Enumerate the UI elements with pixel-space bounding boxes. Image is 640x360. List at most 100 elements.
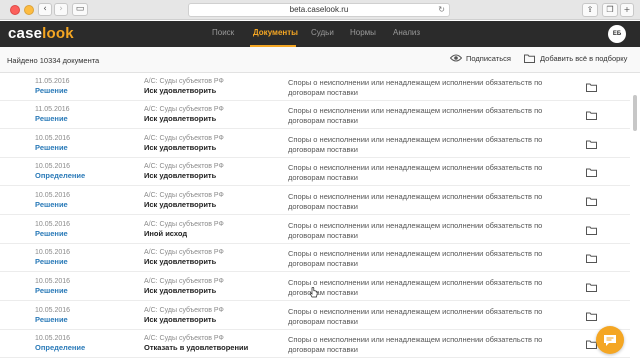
document-type-link[interactable]: Решение (35, 86, 68, 95)
chat-icon (604, 335, 616, 346)
folder-icon[interactable] (586, 312, 597, 321)
close-window-button[interactable] (10, 5, 20, 15)
document-topic: Споры о неисполнении или ненадлежащем ис… (288, 106, 543, 125)
add-all-button[interactable]: Добавить всё в подборку (524, 54, 627, 64)
sidebar-icon: ▭ (75, 4, 85, 14)
new-tab-button[interactable]: + (620, 3, 634, 17)
add-all-label: Добавить всё в подборку (540, 54, 628, 63)
browser-toolbar: ‹ › ▭ beta.caselook.ru ↻ ⇪ ❐ + (0, 0, 640, 20)
share-button[interactable]: ⇪ (582, 3, 598, 17)
list-scrollbar[interactable] (632, 73, 638, 360)
document-row[interactable]: 10.05.2016 Решение А/С: Суды субъектов Р… (0, 302, 630, 330)
document-court: А/С: Суды субъектов РФ (144, 307, 224, 314)
document-court: А/С: Суды субъектов РФ (144, 249, 224, 256)
scrollbar-thumb[interactable] (633, 95, 637, 131)
caselook-logo[interactable]: caselook (8, 25, 74, 42)
document-court: А/С: Суды субъектов РФ (144, 135, 224, 142)
document-row[interactable]: 10.05.2016 Определение А/С: Суды субъект… (0, 158, 630, 186)
document-type-link[interactable]: Определение (35, 171, 85, 180)
document-row[interactable]: 10.05.2016 Решение А/С: Суды субъектов Р… (0, 130, 630, 158)
folder-icon[interactable] (586, 254, 597, 263)
document-list: 11.05.2016 Решение А/С: Суды субъектов Р… (0, 73, 630, 360)
document-date: 10.05.2016 (35, 249, 71, 256)
folder-icon[interactable] (586, 197, 597, 206)
folder-icon[interactable] (586, 226, 597, 235)
document-row[interactable]: 11.05.2016 Решение А/С: Суды субъектов Р… (0, 73, 630, 101)
nav-item-judges[interactable]: Судьи (311, 28, 334, 37)
folder-icon (524, 54, 535, 63)
sidebar-button[interactable]: ▭ (72, 3, 88, 16)
document-topic: Споры о неисполнении или ненадлежащем ис… (288, 163, 543, 182)
document-result: Иск удовлетворить (144, 86, 217, 95)
document-type-link[interactable]: Решение (35, 114, 68, 123)
document-row[interactable]: 11.05.2016 Решение А/С: Суды субъектов Р… (0, 101, 630, 129)
folder-icon[interactable] (586, 111, 597, 120)
share-icon: ⇪ (586, 5, 594, 14)
document-court: А/С: Суды субъектов РФ (144, 192, 224, 199)
document-type-link[interactable]: Решение (35, 257, 68, 266)
address-bar[interactable]: beta.caselook.ru ↻ (188, 3, 450, 17)
logo-accent: look (42, 25, 74, 42)
document-row[interactable]: 10.05.2016 Решение А/С: Суды субъектов Р… (0, 216, 630, 244)
document-result: Иск удовлетворить (144, 286, 217, 295)
document-date: 10.05.2016 (35, 135, 71, 142)
document-date: 10.05.2016 (35, 221, 71, 228)
folder-icon[interactable] (586, 140, 597, 149)
document-result: Иск удовлетворить (144, 143, 217, 152)
results-toolbar: Найдено 10334 документа Подписаться Доба… (0, 47, 640, 73)
forward-button[interactable]: › (54, 3, 68, 16)
eye-icon (450, 54, 462, 62)
back-icon: ‹ (43, 4, 47, 14)
document-result: Иск удовлетворить (144, 257, 217, 266)
document-topic: Споры о неисполнении или ненадлежащем ис… (288, 192, 543, 211)
document-date: 11.05.2016 (35, 106, 70, 113)
document-type-link[interactable]: Решение (35, 229, 68, 238)
logo-main: case (8, 25, 43, 42)
document-court: А/С: Суды субъектов РФ (144, 163, 224, 170)
document-date: 11.05.2016 (35, 78, 70, 85)
plus-icon: + (623, 5, 631, 14)
document-court: А/С: Суды субъектов РФ (144, 106, 224, 113)
document-result: Иск удовлетворить (144, 315, 217, 324)
url-text: beta.caselook.ru (289, 5, 349, 14)
document-result: Иск удовлетворить (144, 171, 217, 180)
user-avatar[interactable]: ЕБ (608, 25, 626, 43)
document-date: 10.05.2016 (35, 307, 71, 314)
document-result: Иной исход (144, 229, 188, 238)
document-topic: Споры о неисполнении или ненадлежащем ис… (288, 249, 543, 268)
chat-button[interactable] (596, 326, 624, 354)
document-row[interactable]: 10.05.2016 Решение А/С: Суды субъектов Р… (0, 187, 630, 215)
document-topic: Споры о неисполнении или ненадлежащем ис… (288, 307, 543, 326)
document-result: Иск удовлетворить (144, 114, 217, 123)
document-type-link[interactable]: Решение (35, 315, 68, 324)
document-court: А/С: Суды субъектов РФ (144, 335, 224, 342)
document-type-link[interactable]: Решение (35, 286, 68, 295)
document-court: А/С: Суды субъектов РФ (144, 78, 224, 85)
document-date: 10.05.2016 (35, 192, 71, 199)
forward-icon: › (59, 4, 63, 14)
nav-item-norms[interactable]: Нормы (350, 28, 376, 37)
nav-item-analysis[interactable]: Анализ (393, 28, 420, 37)
folder-icon[interactable] (586, 283, 597, 292)
subscribe-button[interactable]: Подписаться (450, 54, 511, 64)
document-topic: Споры о неисполнении или ненадлежащем ис… (288, 221, 543, 240)
nav-item-documents[interactable]: Документы (253, 28, 298, 37)
back-button[interactable]: ‹ (38, 3, 52, 16)
document-topic: Споры о неисполнении или ненадлежащем ис… (288, 135, 543, 154)
reload-icon[interactable]: ↻ (438, 4, 445, 16)
nav-item-search[interactable]: Поиск (212, 28, 234, 37)
document-type-link[interactable]: Определение (35, 343, 85, 352)
folder-icon[interactable] (586, 168, 597, 177)
document-row[interactable]: 10.05.2016 Определение А/С: Суды субъект… (0, 330, 630, 358)
document-row[interactable]: 10.05.2016 Решение А/С: Суды субъектов Р… (0, 244, 630, 272)
document-type-link[interactable]: Решение (35, 143, 68, 152)
document-court: А/С: Суды субъектов РФ (144, 221, 224, 228)
document-topic: Споры о неисполнении или ненадлежащем ис… (288, 278, 543, 297)
document-result: Отказать в удовлетворении (144, 343, 249, 352)
minimize-window-button[interactable] (24, 5, 34, 15)
tabs-button[interactable]: ❐ (602, 3, 618, 17)
document-type-link[interactable]: Решение (35, 200, 68, 209)
document-topic: Споры о неисполнении или ненадлежащем ис… (288, 78, 543, 97)
document-date: 10.05.2016 (35, 278, 71, 285)
folder-icon[interactable] (586, 83, 597, 92)
